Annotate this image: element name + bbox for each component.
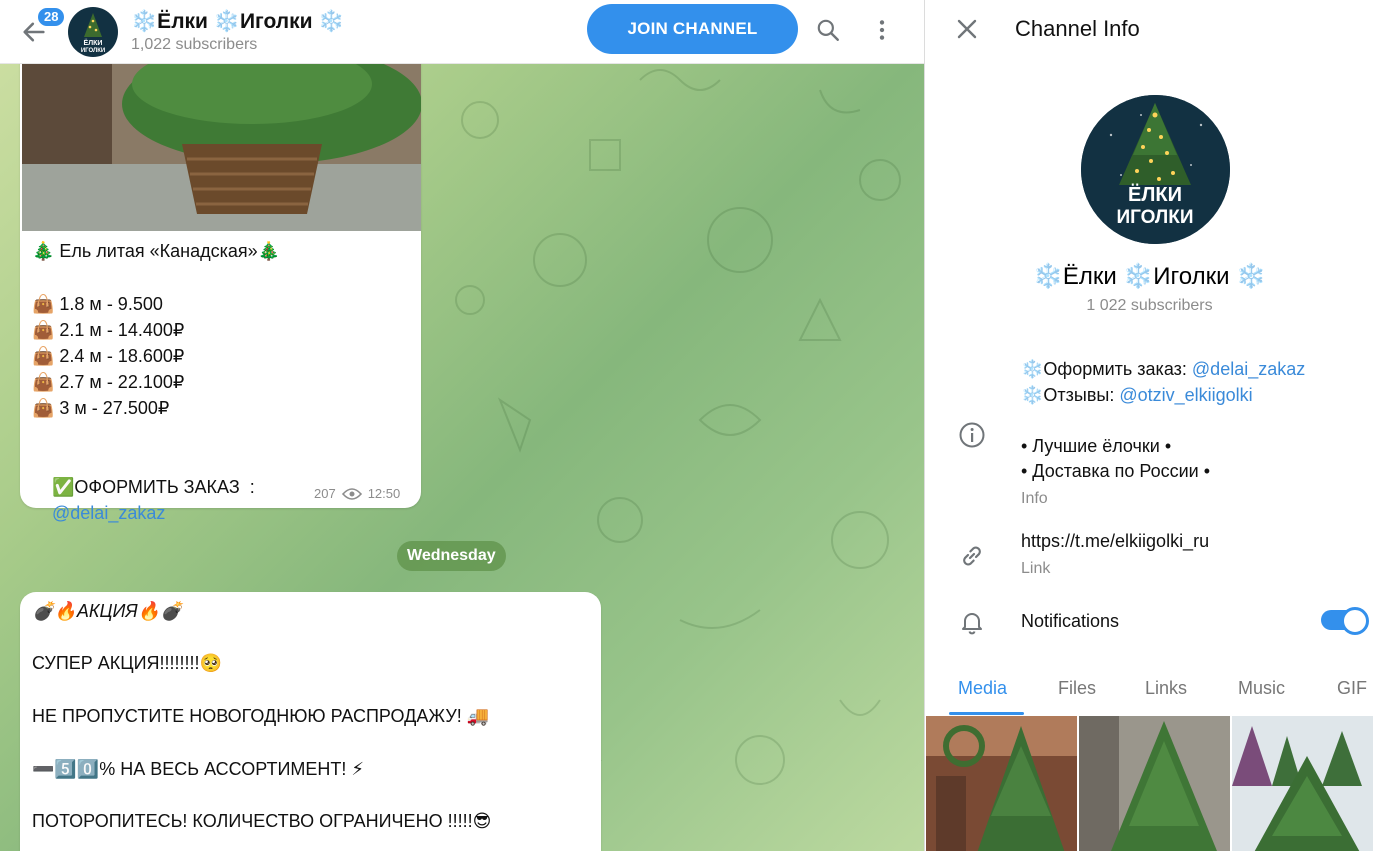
channel-info-panel: Channel Info ЁЛКИ ИГОЛКИ ❄️Ёлки ❄️Иголки… — [924, 0, 1373, 851]
order-label: ✅ОФОРМИТЬ ЗАКАЗ : — [52, 477, 255, 497]
promo-title: 💣🔥АКЦИЯ🔥💣 — [32, 598, 183, 624]
channel-avatar-large[interactable]: ЁЛКИ ИГОЛКИ — [1081, 95, 1230, 244]
description-order: ❄️Оформить заказ: @delai_zakaz — [1021, 356, 1305, 382]
message-photo[interactable] — [22, 64, 421, 231]
media-thumbnail[interactable] — [1232, 716, 1373, 851]
channel-subscribers: 1 022 subscribers — [1086, 297, 1213, 314]
tab-files[interactable]: Files — [1058, 668, 1096, 699]
message-time: 12:50 — [367, 486, 401, 501]
link-icon — [957, 541, 987, 571]
description-reviews: ❄️Отзывы: @otziv_elkiigolki — [1021, 382, 1253, 408]
price-line: 👜 2.4 м - 18.600₽ — [32, 346, 185, 366]
promo-line: ПОТОРОПИТЕСЬ! КОЛИЧЕСТВО ОГРАНИЧЕНО !!!!… — [32, 811, 492, 831]
close-icon — [957, 19, 977, 39]
panel-header: Channel Info — [925, 0, 1373, 58]
promo-line: СУПЕР АКЦИЯ!!!!!!!!🥺 — [32, 653, 222, 673]
more-button[interactable] — [862, 10, 902, 50]
channel-link[interactable]: https://t.me/elkiigolki_ru — [1021, 528, 1209, 554]
avatar-text-line1: ЁЛКИ — [84, 39, 103, 47]
promo-line: НЕ ПРОПУСТИТЕ НОВОГОДНЮЮ РАСПРОДАЖУ! 🚚 — [32, 706, 490, 726]
back-button[interactable]: 28 — [8, 5, 67, 58]
tab-music[interactable]: Music — [1238, 668, 1285, 699]
reviews-link[interactable]: @otziv_elkiigolki — [1119, 385, 1252, 405]
order-link[interactable]: @delai_zakaz — [52, 503, 165, 523]
avatar-large-text-line1: ЁЛКИ — [1128, 183, 1182, 206]
promo-title-text: 💣🔥АКЦИЯ🔥💣 — [32, 601, 183, 621]
more-vertical-icon — [879, 20, 885, 40]
media-thumbnail[interactable] — [1079, 716, 1230, 851]
channel-title-block[interactable]: ❄️Ёлки ❄️Иголки ❄️ 1,022 subscribers — [131, 9, 345, 55]
eye-icon — [341, 487, 362, 500]
chat-area: 28 ЁЛКИ ИГОЛКИ ❄️Ёлки ❄️Иголки ❄️ 1,022 … — [0, 0, 924, 851]
avatar-large-text-line2: ИГОЛКИ — [1116, 207, 1193, 228]
order-prefix: ❄️Оформить заказ: — [1021, 359, 1192, 379]
info-caption: Info — [1021, 490, 1048, 507]
message-meta: 207 12:50 — [314, 486, 400, 501]
notifications-label: Notifications — [1021, 611, 1120, 631]
tab-links[interactable]: Links — [1145, 668, 1187, 699]
price-line: 👜 2.7 м - 22.100₽ — [32, 372, 185, 392]
order-line: ✅ОФОРМИТЬ ЗАКАЗ : @delai_zakaz — [32, 448, 255, 552]
search-icon — [817, 19, 839, 41]
avatar-text-line2: ИГОЛКИ — [81, 48, 105, 54]
channel-name: ❄️Ёлки ❄️Иголки ❄️ — [1032, 263, 1267, 290]
tab-gif[interactable]: GIF — [1337, 668, 1367, 699]
link-caption: Link — [1021, 560, 1051, 577]
promo-line: ➖5️⃣0️⃣% НА ВЕСЬ АССОРТИМЕНТ! ⚡ — [32, 759, 365, 779]
description-line: • Доставка по России • — [1021, 461, 1210, 481]
order-link[interactable]: @delai_zakaz — [1192, 359, 1305, 379]
chat-header: 28 ЁЛКИ ИГОЛКИ ❄️Ёлки ❄️Иголки ❄️ 1,022 … — [0, 0, 924, 64]
price-line: 👜 2.1 м - 14.400₽ — [32, 320, 185, 340]
subscriber-count: 1,022 subscribers — [131, 35, 258, 53]
price-line: 👜 1.8 м - 9.500 — [32, 294, 163, 314]
product-title: 🎄 Ель литая «Канадская»🎄 — [32, 241, 281, 261]
bell-icon — [957, 607, 987, 637]
channel-title: ❄️Ёлки ❄️Иголки ❄️ — [131, 9, 345, 33]
search-button[interactable] — [808, 10, 848, 50]
media-thumbnail[interactable] — [926, 716, 1077, 851]
info-icon — [957, 420, 987, 450]
panel-title: Channel Info — [1015, 16, 1140, 41]
tab-media[interactable]: Media — [958, 668, 1007, 699]
close-button[interactable] — [945, 7, 989, 51]
active-tab-indicator — [949, 712, 1024, 715]
view-count: 207 — [314, 486, 336, 501]
join-channel-button[interactable]: JOIN CHANNEL — [587, 4, 798, 54]
date-separator: Wednesday — [397, 541, 506, 571]
reviews-prefix: ❄️Отзывы: — [1021, 385, 1120, 405]
notifications-toggle[interactable] — [1321, 607, 1369, 635]
channel-avatar[interactable]: ЁЛКИ ИГОЛКИ — [68, 6, 118, 57]
media-tabs: Media Files Links Music GIF — [925, 668, 1373, 716]
description-line: • Лучшие ёлочки • — [1021, 436, 1172, 456]
unread-badge: 28 — [36, 5, 67, 28]
price-line: 👜 3 м - 27.500₽ — [32, 398, 170, 418]
